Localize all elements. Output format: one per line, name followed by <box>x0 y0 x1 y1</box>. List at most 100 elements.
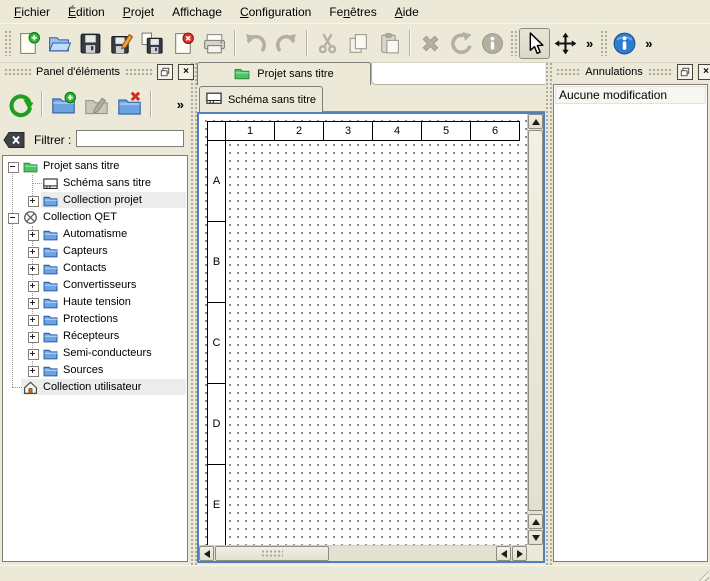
tree-item-convertisseurs[interactable]: Convertisseurs <box>3 277 186 294</box>
tree-item-contacts[interactable]: Contacts <box>3 260 186 277</box>
toolbar-drag-handle[interactable] <box>4 30 11 56</box>
close-panel-button[interactable]: × <box>698 64 710 80</box>
expander-plus[interactable] <box>28 315 39 326</box>
toolbar-separator <box>409 30 411 56</box>
toolbar-drag-handle[interactable] <box>600 30 607 56</box>
reload-collections-button[interactable] <box>4 88 37 121</box>
expander-plus[interactable] <box>28 332 39 343</box>
menu-fenetres[interactable]: Fenêtres <box>320 2 385 22</box>
tab-label: Schéma sans titre <box>228 94 316 106</box>
undo-button[interactable] <box>240 28 271 59</box>
toolbar-overflow-button[interactable]: » <box>640 36 657 51</box>
undo-icon <box>243 31 268 56</box>
tree-item-automatisme[interactable]: Automatisme <box>3 226 186 243</box>
undo-list-item[interactable]: Aucune modification <box>555 86 706 104</box>
expander-plus[interactable] <box>28 230 39 241</box>
schema-canvas[interactable]: 1 2 3 4 5 6 A B C D E <box>199 114 527 545</box>
tree-item-semi-conducteurs[interactable]: Semi-conducteurs <box>3 345 186 362</box>
scroll-up-button[interactable] <box>528 114 543 129</box>
delete-button[interactable] <box>415 28 446 59</box>
scroll-left-button-2[interactable] <box>496 546 511 561</box>
element-info-button[interactable] <box>477 28 508 59</box>
expander-plus[interactable] <box>28 281 39 292</box>
float-panel-button[interactable] <box>677 64 693 80</box>
move-mode-button[interactable] <box>550 28 581 59</box>
scroll-left-button[interactable] <box>199 546 214 561</box>
expander-minus[interactable] <box>8 213 19 224</box>
close-file-button[interactable] <box>168 28 199 59</box>
vertical-scrollbar[interactable] <box>527 114 543 545</box>
dock-handle[interactable] <box>556 68 580 76</box>
elements-panel-titlebar[interactable]: Panel d'éléments × <box>0 62 198 82</box>
toolbar-separator <box>306 30 308 56</box>
paste-button[interactable] <box>374 28 405 59</box>
edit-category-button[interactable] <box>80 88 113 121</box>
toolbar-drag-handle[interactable] <box>510 30 517 56</box>
new-category-button[interactable] <box>47 88 80 121</box>
scroll-right-button[interactable] <box>512 546 527 561</box>
close-panel-button[interactable]: × <box>178 64 194 80</box>
print-button[interactable] <box>199 28 230 59</box>
redo-button[interactable] <box>271 28 302 59</box>
expander-plus[interactable] <box>28 349 39 360</box>
elements-tree[interactable]: Projet sans titre Schéma sans titre Coll… <box>2 155 188 562</box>
rotate-button[interactable] <box>446 28 477 59</box>
tree-item-schema-sans-titre[interactable]: Schéma sans titre <box>3 175 186 192</box>
new-file-button[interactable] <box>13 28 44 59</box>
copy-button[interactable] <box>343 28 374 59</box>
expander-plus[interactable] <box>28 264 39 275</box>
resize-grip[interactable] <box>696 568 709 581</box>
right-splitter-handle[interactable] <box>545 62 553 565</box>
cut-button[interactable] <box>312 28 343 59</box>
menu-affichage[interactable]: Affichage <box>163 2 231 22</box>
left-arrow-icon <box>501 550 507 558</box>
menu-aide[interactable]: Aide <box>386 2 428 22</box>
vertical-scroll-thumb[interactable] <box>528 130 543 511</box>
project-tabbar-empty <box>371 63 545 85</box>
tree-item-haute-tension[interactable]: Haute tension <box>3 294 186 311</box>
dock-handle[interactable] <box>648 68 672 76</box>
tree-item-protections[interactable]: Protections <box>3 311 186 328</box>
tree-item-projet-sans-titre[interactable]: Projet sans titre <box>3 158 186 175</box>
about-button[interactable] <box>609 28 640 59</box>
filter-input[interactable] <box>76 130 184 147</box>
save-button[interactable] <box>75 28 106 59</box>
folder-icon <box>43 261 58 276</box>
delete-category-button[interactable] <box>113 88 146 121</box>
tree-item-sources[interactable]: Sources <box>3 362 186 379</box>
horizontal-scrollbar[interactable] <box>199 545 527 561</box>
select-mode-button[interactable] <box>519 28 550 59</box>
tree-item-collection-utilisateur[interactable]: Collection utilisateur <box>3 379 186 396</box>
undo-panel-titlebar[interactable]: Annulations × <box>552 62 710 82</box>
tab-projet-sans-titre[interactable]: Projet sans titre <box>197 62 371 85</box>
expander-minus[interactable] <box>8 162 19 173</box>
tree-item-capteurs[interactable]: Capteurs <box>3 243 186 260</box>
undo-history-list[interactable]: Aucune modification <box>553 84 708 562</box>
menu-projet[interactable]: Projet <box>114 2 163 22</box>
clear-filter-button[interactable] <box>3 131 26 149</box>
dock-handle[interactable] <box>4 68 31 76</box>
save-all-button[interactable] <box>137 28 168 59</box>
tab-schema-sans-titre[interactable]: Schéma sans titre <box>199 86 323 112</box>
save-as-button[interactable] <box>106 28 137 59</box>
tree-item-collection-qet[interactable]: Collection QET <box>3 209 186 226</box>
expander-plus[interactable] <box>28 366 39 377</box>
horizontal-scroll-thumb[interactable] <box>215 546 329 561</box>
menu-configuration[interactable]: Configuration <box>231 2 320 22</box>
expander-plus[interactable] <box>28 196 39 207</box>
menu-fichier[interactable]: Fichier <box>5 2 59 22</box>
up-arrow-icon <box>532 119 540 125</box>
panel-toolbar-overflow-button[interactable]: » <box>172 97 189 112</box>
menu-edition[interactable]: Édition <box>59 2 114 22</box>
toolbar-overflow-button[interactable]: » <box>581 36 598 51</box>
open-file-button[interactable] <box>44 28 75 59</box>
float-panel-button[interactable] <box>157 64 173 80</box>
tree-item-recepteurs[interactable]: Récepteurs <box>3 328 186 345</box>
expander-plus[interactable] <box>28 298 39 309</box>
dock-handle[interactable] <box>125 68 152 76</box>
tree-item-collection-projet[interactable]: Collection projet <box>3 192 186 209</box>
expander-plus[interactable] <box>28 247 39 258</box>
scroll-down-button[interactable] <box>528 530 543 545</box>
left-splitter-handle[interactable] <box>190 62 197 565</box>
scroll-up-button-2[interactable] <box>528 514 543 529</box>
